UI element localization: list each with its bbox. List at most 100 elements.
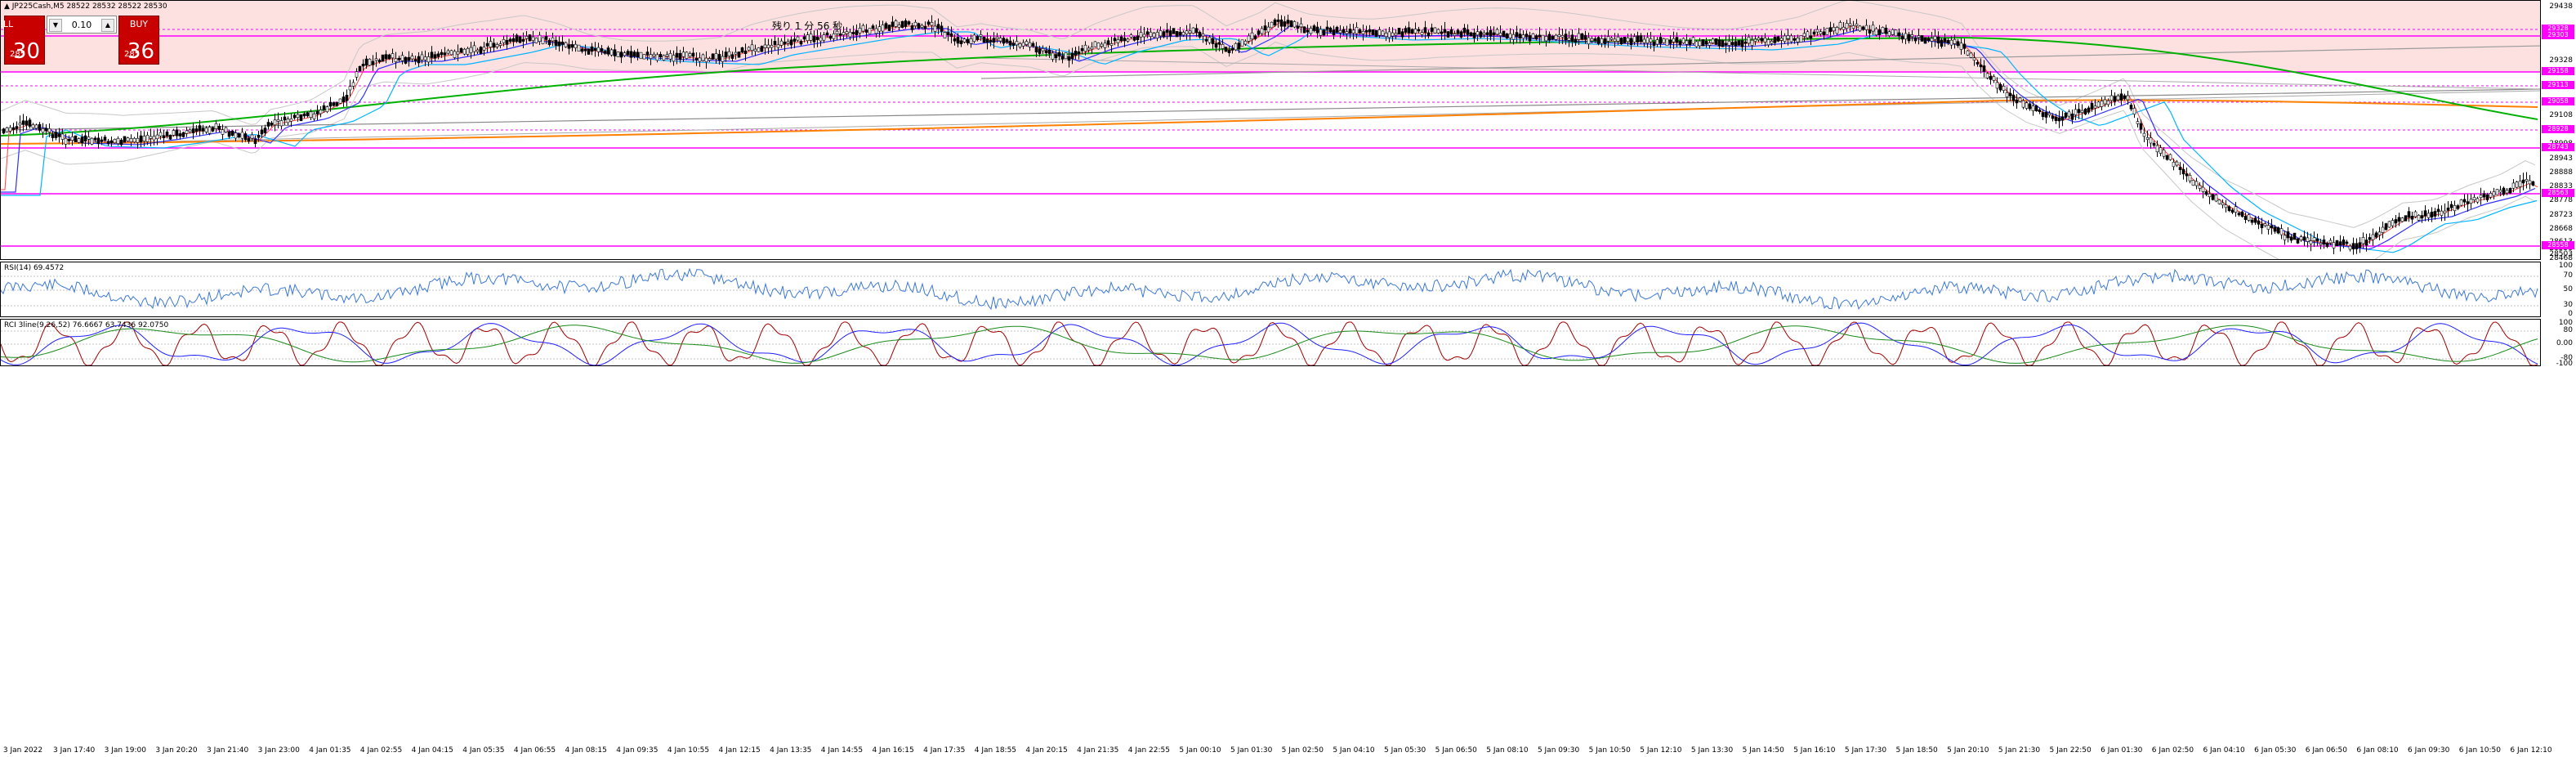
candle-body [1956,41,1960,47]
time-tick: 4 Jan 04:15 [411,746,453,755]
candle-body [25,120,29,126]
candle-body [1067,56,1071,61]
candle-body [90,137,94,145]
candle-body [420,54,424,60]
candle-body [485,43,489,47]
candle-body [168,134,172,140]
candle-body [87,137,91,140]
candle-body [1257,30,1261,35]
candle-body [1534,35,1538,40]
time-tick: 6 Jan 02:50 [2151,746,2194,755]
lot-decrease-arrow-icon[interactable]: ▼ [49,19,62,32]
lot-increase-arrow-icon[interactable]: ▲ [101,19,114,32]
lot-size-spinner[interactable]: ▼ 0.10 ▲ [47,16,117,34]
candle-body [2531,181,2535,186]
candle-body [1328,27,1333,33]
rsi-panel[interactable]: RSI(14) 69.4572 [0,262,2541,317]
candle-body [342,96,346,102]
candle-body [2286,231,2290,239]
time-axis[interactable]: 3 Jan 2022 3 Jan 17:40 3 Jan 19:00 3 Jan 20… [0,746,2552,757]
time-tick: 5 Jan 06:50 [1435,746,1477,755]
sell-button[interactable]: SELL 285 30 [1,16,45,65]
candle-body [747,47,751,51]
candle-body [417,56,421,64]
time-tick: 5 Jan 02:50 [1281,746,1324,755]
candle-body [1590,38,1594,42]
rsi-canvas[interactable] [1,262,2541,317]
candle-body [332,102,336,106]
candle-body [80,137,84,144]
candle-body [551,37,555,42]
candle-body [881,25,885,32]
time-tick: 6 Jan 09:30 [2408,746,2450,755]
candle-body [1864,25,1868,30]
candle-body [521,38,525,42]
buy-button[interactable]: BUY 285 36 [118,16,159,65]
candle-body [54,132,58,138]
rsi-title: RSI(14) 69.4572 [4,264,65,272]
time-tick: 6 Jan 04:10 [2203,746,2245,755]
candle-body [1247,35,1251,42]
candle-body [1766,39,1770,46]
rci-canvas[interactable] [1,320,2541,366]
candle-body [1394,33,1398,36]
candle-body [165,131,169,137]
candle-body [1979,64,1983,68]
candle-body [587,48,591,55]
candle-body [449,50,453,56]
candle-body [368,58,372,66]
candle-body [593,47,597,51]
candle-body [616,52,620,57]
candle-body [2155,145,2159,153]
candle-body [1662,38,1666,43]
candle-body [257,135,261,138]
candle-body [2234,206,2238,213]
candle-body [2351,243,2355,249]
time-tick: 4 Jan 20:15 [1025,746,1068,755]
candle-body [642,54,646,60]
candle-body [1717,39,1721,47]
candle-body [1136,35,1140,40]
candle-body [789,39,793,46]
candle-body [1456,29,1460,34]
candle-body [904,20,908,27]
candle-body [815,36,819,40]
candle-body [1198,31,1202,38]
time-tick: 4 Jan 02:55 [359,746,403,755]
candle-body [1515,32,1519,38]
candle-body [1649,38,1653,43]
candle-body [2485,195,2489,200]
candle-body [2253,217,2257,223]
candle-body [1368,29,1372,33]
candle-body [943,32,947,39]
candle-body [1420,32,1424,35]
rci-chart-panel[interactable]: RCI 3line(9,26,52) 76.6667 63.7436 92.07… [0,319,2541,366]
candle-body [717,54,721,60]
candle-body [479,47,483,54]
candle-body [8,127,12,132]
candle-body [1858,25,1862,32]
candle-body [240,132,244,139]
candle-body [2404,215,2408,222]
candle-body [629,51,633,58]
candle-body [1551,35,1555,39]
candle-body [940,25,944,32]
candle-body [1306,29,1310,33]
candle-body [1113,38,1117,42]
candle-body [1943,38,1947,43]
candle-body [2070,114,2074,120]
price-chart-panel[interactable]: ▲ JP225Cash,M5 28522 28532 28522 28530 残… [0,0,2541,260]
candle-body [2266,225,2270,230]
candle-body [2443,210,2447,214]
price-chart-canvas[interactable] [1,1,2541,260]
rci-tick: 80 [2563,326,2573,334]
candle-body [721,56,725,62]
candle-body [845,31,849,34]
candle-body [1636,35,1640,43]
candle-body [743,50,748,54]
price-tick: 29328 [2549,56,2573,65]
time-tick: 6 Jan 08:10 [2356,746,2399,755]
lot-size-value[interactable]: 0.10 [64,20,100,30]
candle-body [861,25,865,32]
candle-body [2067,111,2071,117]
